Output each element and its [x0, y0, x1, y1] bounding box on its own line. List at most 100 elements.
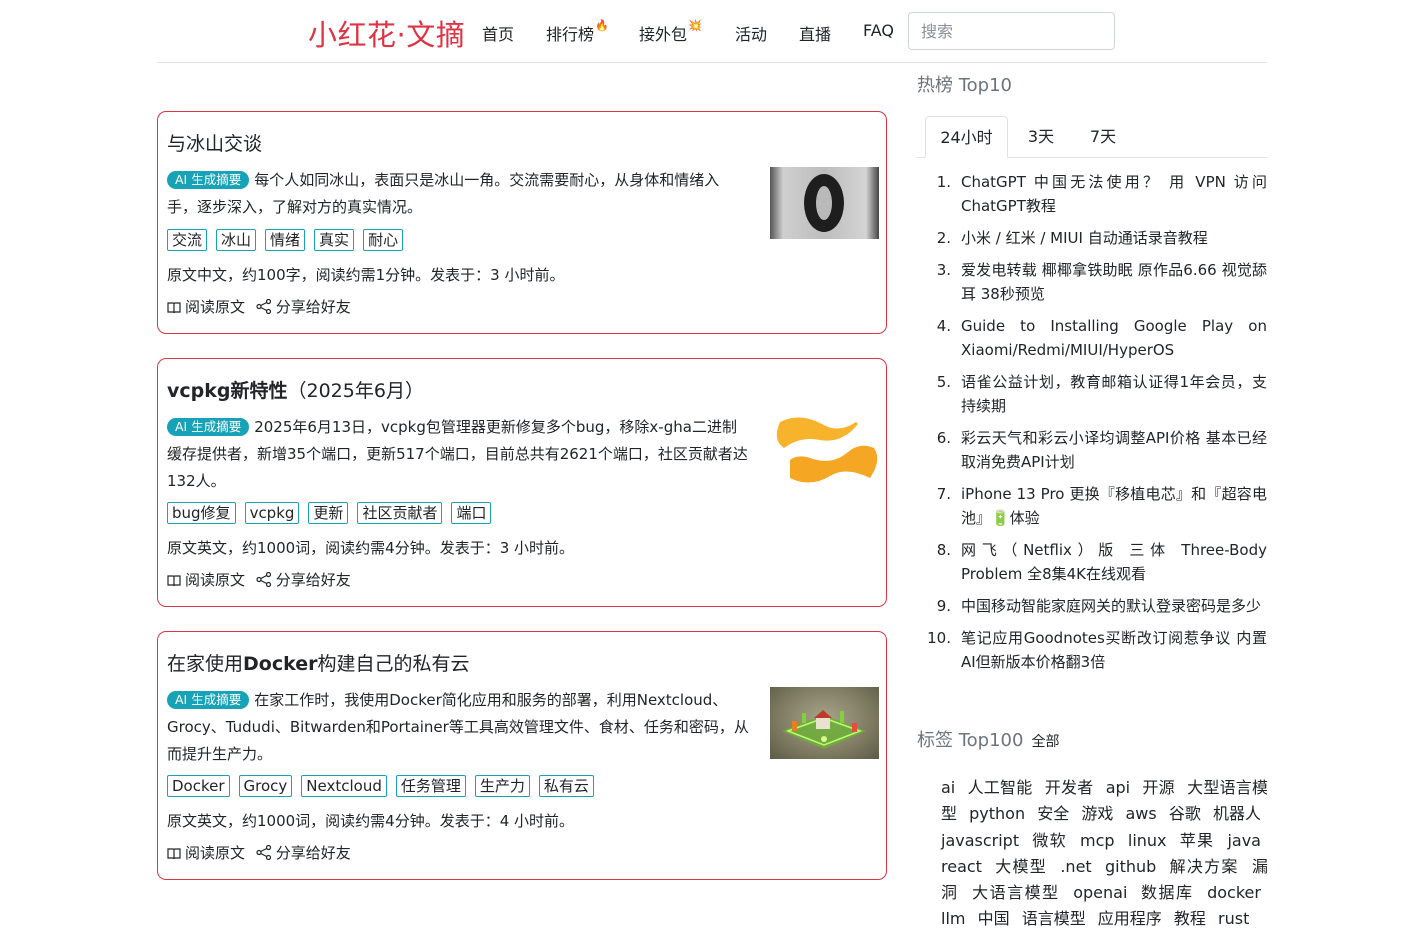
- tag-cloud-item[interactable]: 微软: [1032, 831, 1066, 850]
- tag-cloud: ai 人工智能 开发者 api 开源 大型语言模型 python 安全 游戏 a…: [941, 775, 1268, 933]
- nav-home[interactable]: 首页: [482, 21, 514, 44]
- title-rest: （2025年6月）: [287, 380, 424, 402]
- title-bold: Docker: [243, 653, 318, 675]
- tag-cloud-item[interactable]: 教程: [1174, 909, 1206, 928]
- tab-3d[interactable]: 3天: [1015, 116, 1067, 158]
- tab-7d[interactable]: 7天: [1077, 116, 1129, 158]
- tag-cloud-item[interactable]: 游戏: [1081, 804, 1113, 823]
- hot-rank: 3.: [936, 261, 951, 279]
- share-icon: [256, 298, 271, 315]
- tag[interactable]: 情绪: [265, 229, 306, 251]
- hot-list-item[interactable]: 2. 小米 / 红米 / MIUI 自动通话录音教程: [917, 226, 1267, 250]
- tag-cloud-item[interactable]: 大语言模型: [972, 883, 1060, 902]
- article-thumbnail[interactable]: [770, 167, 879, 239]
- tag[interactable]: 交流: [167, 229, 208, 251]
- tag-list: bug修复 vcpkg 更新 社区贡献者 端口: [167, 502, 500, 526]
- tag-cloud-item[interactable]: 数据库: [1141, 883, 1194, 902]
- article-actions: 阅读原文 分享给好友: [167, 296, 357, 317]
- hot-list-item[interactable]: 3. 爱发电转载 椰椰拿铁助眠 原作品6.66 视觉舔耳 38秒预览: [917, 258, 1267, 306]
- share-link[interactable]: 分享给好友: [256, 569, 351, 590]
- share-link[interactable]: 分享给好友: [256, 842, 351, 863]
- nav-live[interactable]: 直播: [799, 21, 831, 44]
- nav-outsourcing-label: 接外包: [639, 25, 688, 44]
- hot-list-item[interactable]: 6. 彩云天气和彩云小译均调整API价格 基本已经取消免费API计划: [917, 426, 1267, 474]
- tag[interactable]: vcpkg: [244, 502, 300, 524]
- nav-outsourcing[interactable]: 接外包💥: [639, 19, 702, 44]
- tag-cloud-item[interactable]: openai: [1073, 883, 1127, 902]
- tag-cloud-item[interactable]: linux: [1128, 831, 1167, 850]
- tag-cloud-item[interactable]: javascript: [941, 831, 1019, 850]
- tag[interactable]: 真实: [314, 229, 355, 251]
- tab-24h[interactable]: 24小时: [925, 116, 1008, 158]
- tag-cloud-item[interactable]: java: [1227, 831, 1261, 850]
- hot-list-item[interactable]: 8. 网飞（Netflix）版 三体 Three-Body Problem 全8集…: [917, 538, 1267, 586]
- tag[interactable]: 耐心: [363, 229, 404, 251]
- hot-list-item[interactable]: 9. 中国移动智能家庭网关的默认登录密码是多少: [917, 594, 1267, 618]
- tag-cloud-item[interactable]: 应用程序: [1098, 909, 1162, 928]
- share-icon: [256, 571, 271, 588]
- summary-text: 在家工作时，我使用Docker简化应用和服务的部署，利用Nextcloud、Gr…: [167, 691, 749, 763]
- tag[interactable]: 社区贡献者: [357, 502, 443, 524]
- tag[interactable]: 任务管理: [395, 775, 466, 797]
- tag-cloud-item[interactable]: docker: [1207, 883, 1261, 902]
- hot-rank: 10.: [927, 629, 951, 647]
- tag-cloud-item[interactable]: .net: [1060, 857, 1091, 876]
- tag-cloud-item[interactable]: 大模型: [995, 857, 1047, 876]
- hot-list-item[interactable]: 10. 笔记应用Goodnotes买断改订阅惹争议 内置AI但新版本价格翻3倍: [917, 626, 1267, 674]
- tag-cloud-item[interactable]: ai: [941, 778, 955, 797]
- tag[interactable]: Grocy: [238, 775, 293, 797]
- tag[interactable]: Nextcloud: [301, 775, 387, 797]
- article-actions: 阅读原文 分享给好友: [167, 842, 357, 863]
- site-logo[interactable]: 小红花·文摘: [308, 12, 465, 54]
- tag[interactable]: Docker: [167, 775, 230, 797]
- read-original-link[interactable]: 阅读原文: [167, 842, 245, 863]
- tag-cloud-item[interactable]: 语言模型: [1022, 909, 1086, 928]
- tag-cloud-item[interactable]: 中国: [978, 909, 1010, 928]
- article-thumbnail[interactable]: [770, 687, 879, 759]
- tag[interactable]: 更新: [308, 502, 349, 524]
- tag-cloud-item[interactable]: 人工智能: [968, 778, 1033, 797]
- tag[interactable]: bug修复: [167, 502, 236, 524]
- tag[interactable]: 冰山: [216, 229, 257, 251]
- hot-list-item[interactable]: 7. iPhone 13 Pro 更换『移植电芯』和『超容电池』🔋体验: [917, 482, 1267, 530]
- tag[interactable]: 端口: [451, 502, 492, 524]
- tag-cloud-item[interactable]: 谷歌: [1169, 804, 1201, 823]
- tag-cloud-item[interactable]: 安全: [1037, 804, 1069, 823]
- tag-cloud-item[interactable]: mcp: [1080, 831, 1115, 850]
- nav-activity[interactable]: 活动: [735, 21, 767, 44]
- search-input[interactable]: [908, 12, 1115, 50]
- all-tags-link[interactable]: 全部: [1031, 734, 1059, 750]
- time-range-tabs: 24小时 3天 7天: [917, 116, 1267, 158]
- share-link[interactable]: 分享给好友: [256, 296, 351, 317]
- article-thumbnail[interactable]: [770, 414, 879, 486]
- article-meta: 原文中文，约100字，阅读约需1分钟。发表于：3 小时前。: [167, 266, 565, 284]
- tag-cloud-item[interactable]: react: [941, 857, 982, 876]
- tag-cloud-item[interactable]: api: [1106, 778, 1130, 797]
- home-cloud-image: [782, 710, 866, 749]
- tag-cloud-item[interactable]: rust: [1218, 909, 1249, 928]
- tag-cloud-item[interactable]: 开源: [1142, 778, 1174, 797]
- hot-list-item[interactable]: 5. 语雀公益计划，教育邮箱认证得1年会员，支持续期: [917, 370, 1267, 418]
- article-title[interactable]: 在家使用Docker构建自己的私有云: [167, 649, 470, 676]
- article-meta: 原文英文，约1000词，阅读约需4分钟。发表于：3 小时前。: [167, 539, 575, 557]
- tag[interactable]: 私有云: [538, 775, 594, 797]
- hot-list-item[interactable]: 1. ChatGPT 中国无法使用？ 用 VPN 访问 ChatGPT教程: [917, 170, 1267, 218]
- read-original-link[interactable]: 阅读原文: [167, 296, 245, 317]
- nav-ranking[interactable]: 排行榜🔥: [546, 19, 609, 44]
- article-title[interactable]: vcpkg新特性（2025年6月）: [167, 376, 424, 403]
- read-original-link[interactable]: 阅读原文: [167, 569, 245, 590]
- tag-cloud-item[interactable]: aws: [1125, 804, 1156, 823]
- tag-cloud-item[interactable]: 解决方案: [1170, 857, 1239, 876]
- tag-cloud-item[interactable]: llm: [941, 909, 965, 928]
- article-title[interactable]: 与冰山交谈: [167, 129, 262, 156]
- hot-list-item[interactable]: 4. Guide to Installing Google Play on Xia…: [917, 314, 1267, 362]
- tag-cloud-item[interactable]: github: [1105, 857, 1156, 876]
- tag-cloud-item[interactable]: 苹果: [1180, 831, 1214, 850]
- tag-cloud-item[interactable]: python: [969, 804, 1025, 823]
- nav-faq[interactable]: FAQ: [863, 21, 894, 43]
- tag-cloud-item[interactable]: 机器人: [1213, 804, 1261, 823]
- tag[interactable]: 生产力: [474, 775, 530, 797]
- share-label: 分享给好友: [275, 298, 351, 316]
- tag-cloud-item[interactable]: 开发者: [1045, 778, 1094, 797]
- hot-rank: 8.: [936, 541, 951, 559]
